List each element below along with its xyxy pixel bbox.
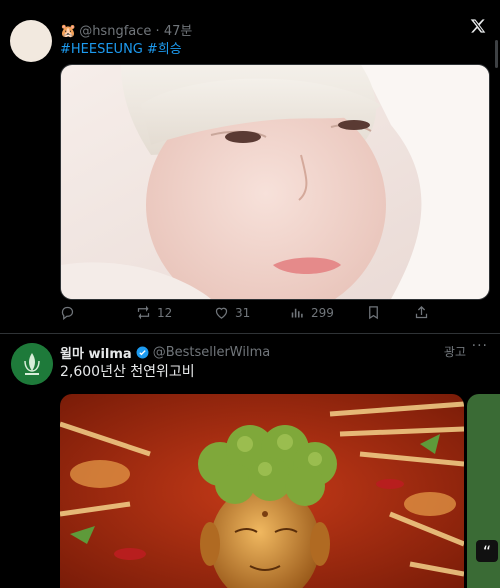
views-icon <box>291 308 303 318</box>
brand-logo-icon <box>11 343 53 385</box>
scrollbar-thumb[interactable] <box>495 40 498 68</box>
ad-label: 광고 <box>443 345 466 359</box>
like-count: 31 <box>235 305 251 320</box>
heart-icon <box>215 307 228 319</box>
separator-dot: · <box>155 24 160 39</box>
avatar[interactable] <box>11 343 53 385</box>
tweet-photo[interactable] <box>60 64 490 300</box>
view-count: 299 <box>311 305 334 320</box>
hashtag-link[interactable]: #희승 <box>147 42 182 57</box>
user-handle[interactable]: @hsngface <box>79 24 151 39</box>
ad-image[interactable] <box>60 394 464 588</box>
portrait-image <box>61 65 489 299</box>
hashtag-link[interactable]: #HEESEUNG <box>60 42 143 57</box>
quote-icon[interactable]: “ <box>476 540 498 562</box>
hamster-emoji-icon: 🐹 <box>60 24 77 39</box>
retweet-icon <box>137 305 150 320</box>
x-logo-icon[interactable] <box>470 18 486 34</box>
reply-icon <box>61 306 74 320</box>
tweet-actions: 12 31 299 <box>56 305 436 323</box>
like-button[interactable]: 31 <box>214 305 250 320</box>
tweet-header: 🐹 @hsngface · 47분 <box>60 20 192 39</box>
tweet-text: 2,600년산 천연위고비 <box>60 364 195 380</box>
tweet-hashtags: #HEESEUNG #희승 <box>60 38 186 57</box>
timestamp[interactable]: 47분 <box>164 24 193 39</box>
bookmark-icon <box>369 306 378 320</box>
more-options-button[interactable]: ··· <box>472 338 488 354</box>
share-button[interactable] <box>414 305 429 320</box>
avatar[interactable] <box>10 20 52 62</box>
share-icon <box>415 305 428 319</box>
bookmark-button[interactable] <box>366 305 381 320</box>
ad-photo <box>60 394 464 588</box>
tweet-header: 윌마 wilma @BestsellerWilma <box>60 343 270 362</box>
reply-button[interactable] <box>60 305 75 320</box>
retweet-button[interactable]: 12 <box>136 305 172 320</box>
views-button[interactable]: 299 <box>290 305 334 320</box>
display-name[interactable]: 윌마 wilma <box>60 343 132 362</box>
user-handle[interactable]: @BestsellerWilma <box>153 345 271 360</box>
retweet-count: 12 <box>157 305 173 320</box>
verified-badge-icon <box>136 346 149 359</box>
